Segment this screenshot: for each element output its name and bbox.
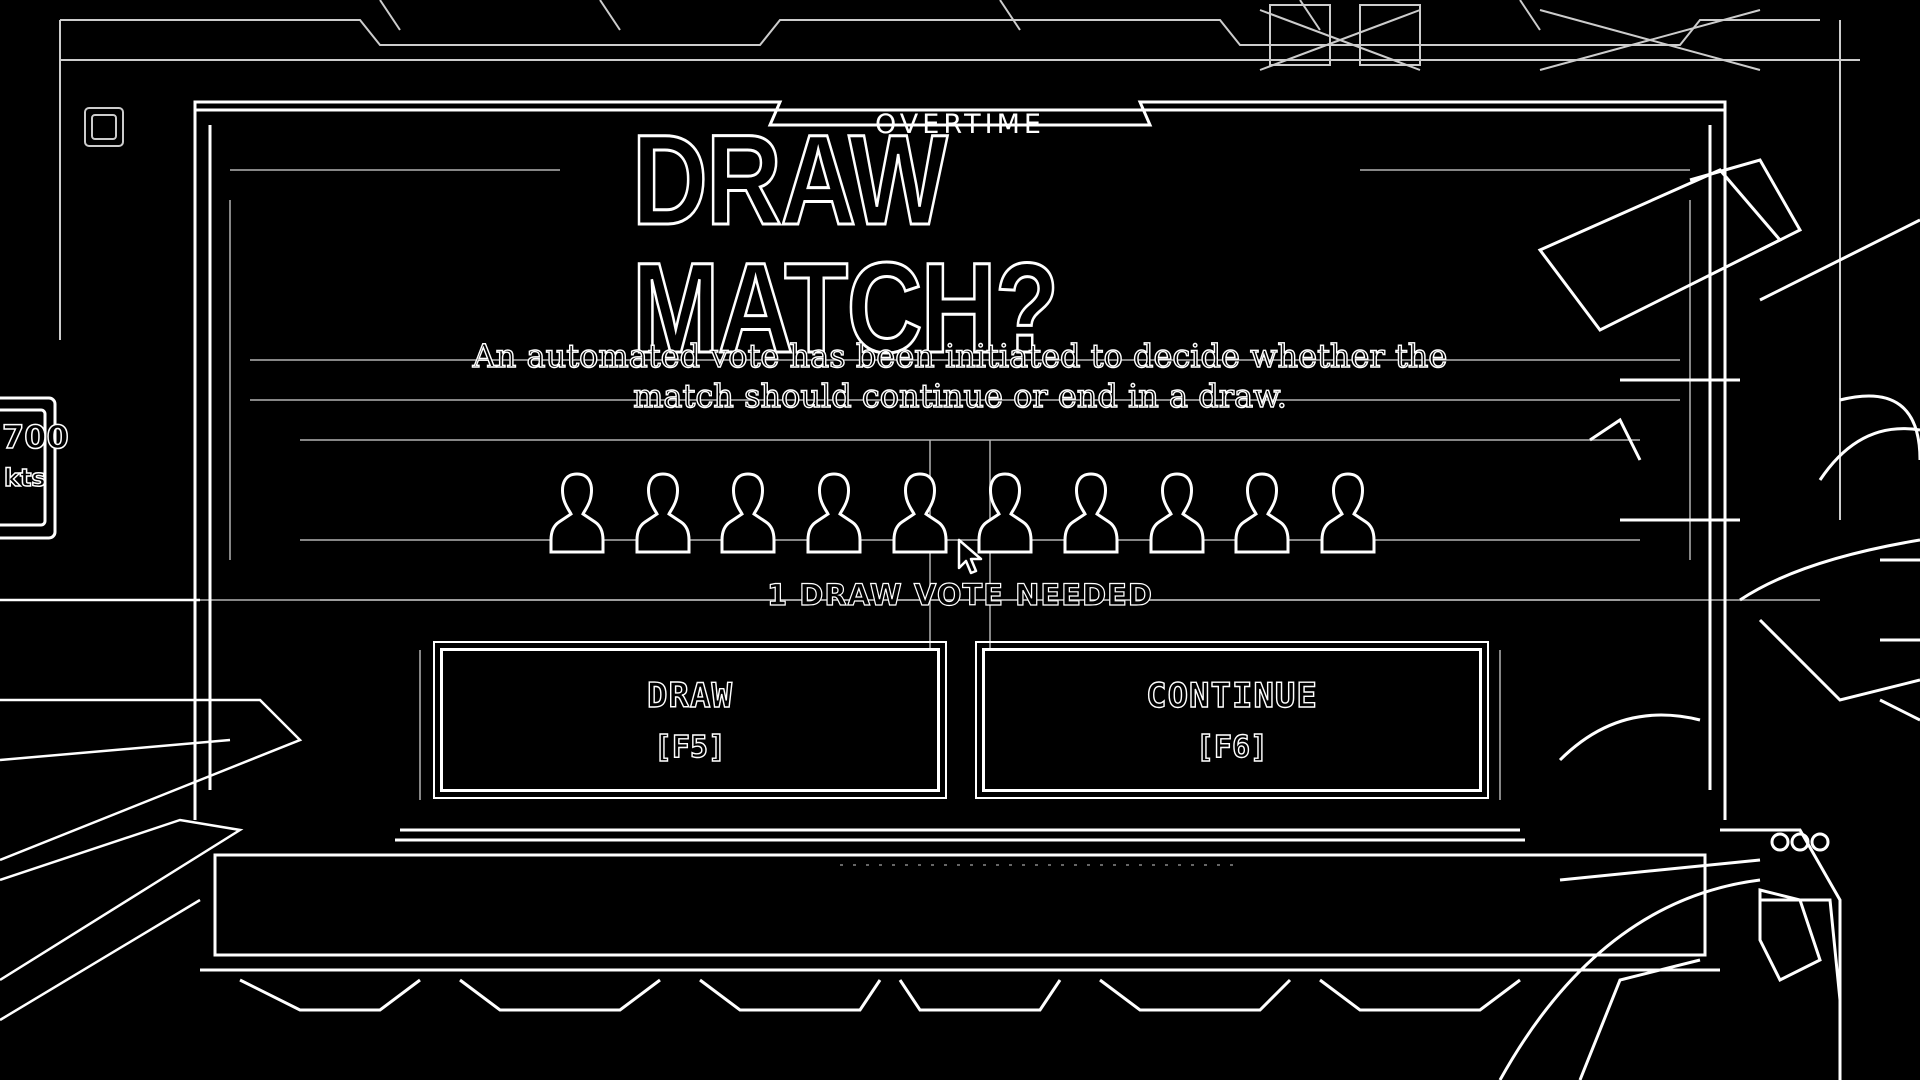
draw-button[interactable]: DRAW [F5]	[433, 641, 947, 799]
player-silhouette-icon	[1320, 472, 1376, 554]
mouse-cursor-icon	[957, 538, 983, 575]
player-silhouette-icon	[892, 472, 948, 554]
player-silhouette-icon	[635, 472, 691, 554]
player-silhouette-icon	[1149, 472, 1205, 554]
player-silhouette-icon	[720, 472, 776, 554]
continue-button[interactable]: CONTINUE [F6]	[975, 641, 1489, 799]
dialog-description: An automated vote has been initiated to …	[472, 336, 1448, 415]
continue-button-label: CONTINUE	[1145, 675, 1318, 716]
player-silhouette-icon	[1063, 472, 1119, 554]
player-silhouette-icon	[549, 472, 605, 554]
dialog-title: DRAW MATCH?	[631, 109, 1061, 380]
draw-button-label: DRAW	[646, 675, 733, 716]
continue-button-key: [F6]	[1195, 729, 1269, 765]
player-silhouette-icon	[806, 472, 862, 554]
draw-vote-dialog: OVERTIME DRAW MATCH? An automated vote h…	[0, 0, 1920, 1080]
player-silhouette-icon	[1234, 472, 1290, 554]
votes-needed-text: 1 DRAW VOTE NEEDED	[766, 577, 1154, 612]
draw-button-key: [F5]	[653, 729, 727, 765]
